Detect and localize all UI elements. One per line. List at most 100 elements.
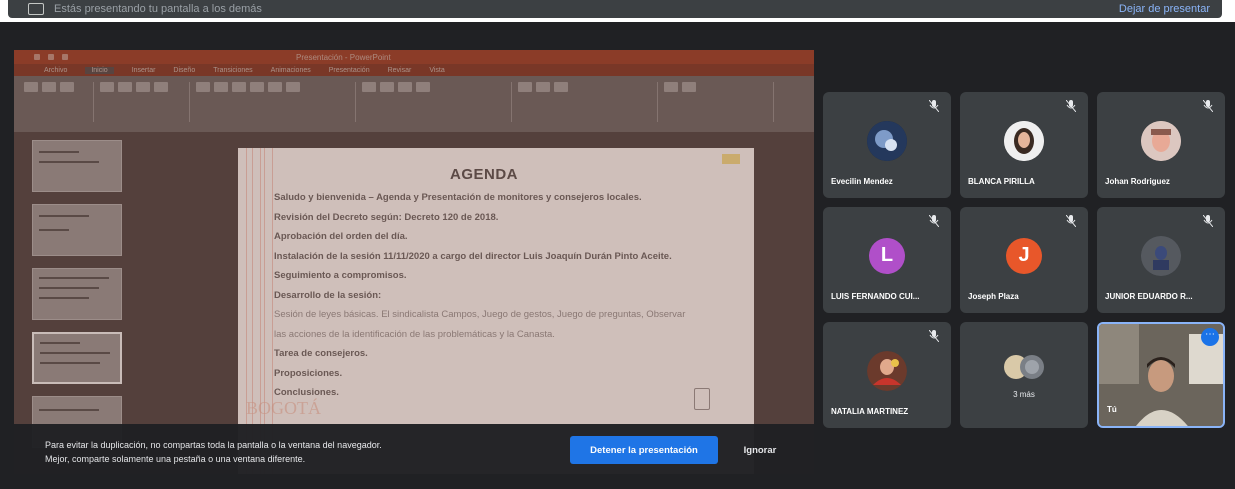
duplication-warning-bar: Para evitar la duplicación, no compartas… [14,424,814,474]
slide-logo [722,154,740,164]
participant-tile[interactable]: JUNIOR EDUARDO R... [1097,207,1225,313]
agenda-item: Instalación de la sesión 11/11/2020 a ca… [274,250,672,262]
agenda-list: Saludo y bienvenida – Agenda y Presentac… [274,188,744,403]
ribbon-button [518,82,532,92]
slide-thumbnail-selected [32,332,122,384]
mic-off-icon [929,100,939,112]
ribbon-button [416,82,430,92]
present-screen-icon [28,3,44,15]
agenda-item: Sesión de leyes básicas. El sindicalista… [274,309,686,320]
slide-thumbnail [32,268,122,320]
ribbon-button [664,82,678,92]
ribbon-button [24,82,38,92]
participant-tile-group[interactable]: 3 más [960,322,1088,428]
participant-tile[interactable]: NATALIA MARTINEZ [823,322,951,428]
more-options-icon[interactable]: ⋯ [1201,328,1219,346]
ribbon-tab: Presentación [328,66,370,74]
redo-icon [62,54,68,60]
participant-tile[interactable]: BLANCA PIRILLA [960,92,1088,198]
ribbon-button [380,82,394,92]
ribbon-button [136,82,150,92]
ribbon-button [682,82,696,92]
undo-icon [48,54,54,60]
presenting-status: Estás presentando tu pantalla a los demá… [54,3,262,15]
participant-tile[interactable]: Johan Rodriguez [1097,92,1225,198]
ribbon-button [536,82,550,92]
ribbon-button [100,82,114,92]
warning-line-2: Mejor, comparte solamente una pestaña o … [45,454,306,464]
mic-off-icon [929,215,939,227]
participant-name: Evecilin Mendez [831,177,893,186]
ribbon-group [24,82,94,122]
top-bar: Estás presentando tu pantalla a los demá… [0,0,1235,22]
warning-message: Para evitar la duplicación, no compartas… [45,438,382,466]
agenda-item: Revisión del Decreto según: Decreto 120 … [274,211,499,223]
ribbon-button [286,82,300,92]
avatar [1141,235,1181,276]
ribbon-button [196,82,210,92]
participant-name: Tú [1107,405,1117,414]
participant-name: Johan Rodriguez [1105,177,1170,186]
participant-tile[interactable]: J Joseph Plaza [960,207,1088,313]
globe-avatar-icon [867,120,907,161]
person-avatar-icon [1141,120,1181,161]
group-avatars-icon [1004,355,1044,379]
ribbon-button [554,82,568,92]
powerpoint-titlebar: Presentación - PowerPoint [14,50,814,64]
warning-line-1: Para evitar la duplicación, no compartas… [45,440,382,450]
self-video-tile[interactable]: ⋯ Tú [1097,322,1225,428]
participant-name: NATALIA MARTINEZ [831,407,909,416]
ribbon-button [268,82,282,92]
ribbon-tab: Animaciones [270,66,311,74]
avatar [867,120,907,161]
presenting-banner: Estás presentando tu pantalla a los demá… [8,0,1222,18]
agenda-item: Aprobación del orden del día. [274,231,408,242]
mic-off-icon [929,330,939,342]
avatar [867,350,907,391]
avatar-letter: J [1006,237,1042,274]
mic-off-icon [1066,215,1076,227]
participant-name: JUNIOR EDUARDO R... [1105,292,1193,301]
ribbon-tab: Inicio [85,66,114,74]
ribbon-button [154,82,168,92]
stop-presentation-button[interactable]: Detener la presentación [570,436,718,464]
ribbon-tab: Diseño [173,66,196,74]
agenda-item: las acciones de la identificación de las… [274,328,555,340]
slide-thumbnails [22,140,124,470]
person-avatar-icon [1141,235,1181,276]
participant-tile[interactable]: L LUIS FERNANDO CUI... [823,207,951,313]
powerpoint-window-title: Presentación - PowerPoint [296,52,391,62]
ribbon-group [362,82,512,122]
ribbon-button [232,82,246,92]
person-avatar-icon [1004,120,1044,161]
mic-off-icon [1203,100,1213,112]
powerpoint-ribbon-tabs: Archivo Inicio Insertar Diseño Transicio… [14,64,814,76]
ribbon-button [250,82,264,92]
mic-off-icon [1066,100,1076,112]
participant-name: Joseph Plaza [968,292,1019,301]
agenda-item: Saludo y bienvenida – Agenda y Presentac… [274,192,642,203]
agenda-item: Seguimiento a compromisos. [274,270,407,281]
slide-thumbnail [32,140,122,192]
ribbon-group [664,82,774,122]
person-avatar-icon [867,350,907,391]
ribbon-tab: Vista [429,66,445,74]
powerpoint-ribbon [14,76,814,132]
meet-window: Estás presentando tu pantalla a los demá… [0,0,1235,489]
participant-name: BLANCA PIRILLA [968,177,1035,186]
stop-presenting-link[interactable]: Dejar de presentar [1119,3,1210,15]
avatar [1141,120,1181,161]
ribbon-button [60,82,74,92]
save-icon [34,54,40,60]
ribbon-tab: Archivo [44,66,68,74]
ignore-button[interactable]: Ignorar [730,436,790,464]
shared-screen: Presentación - PowerPoint Archivo Inicio… [14,50,814,474]
avatar-letter: L [869,237,905,274]
ribbon-button [214,82,228,92]
agenda-item: Proposiciones. [274,367,343,379]
ribbon-tab: Transiciones [213,66,253,74]
mic-off-icon [1203,215,1213,227]
participant-tile[interactable]: Evecilin Mendez [823,92,951,198]
avatar [1004,120,1044,161]
ribbon-group [100,82,190,122]
